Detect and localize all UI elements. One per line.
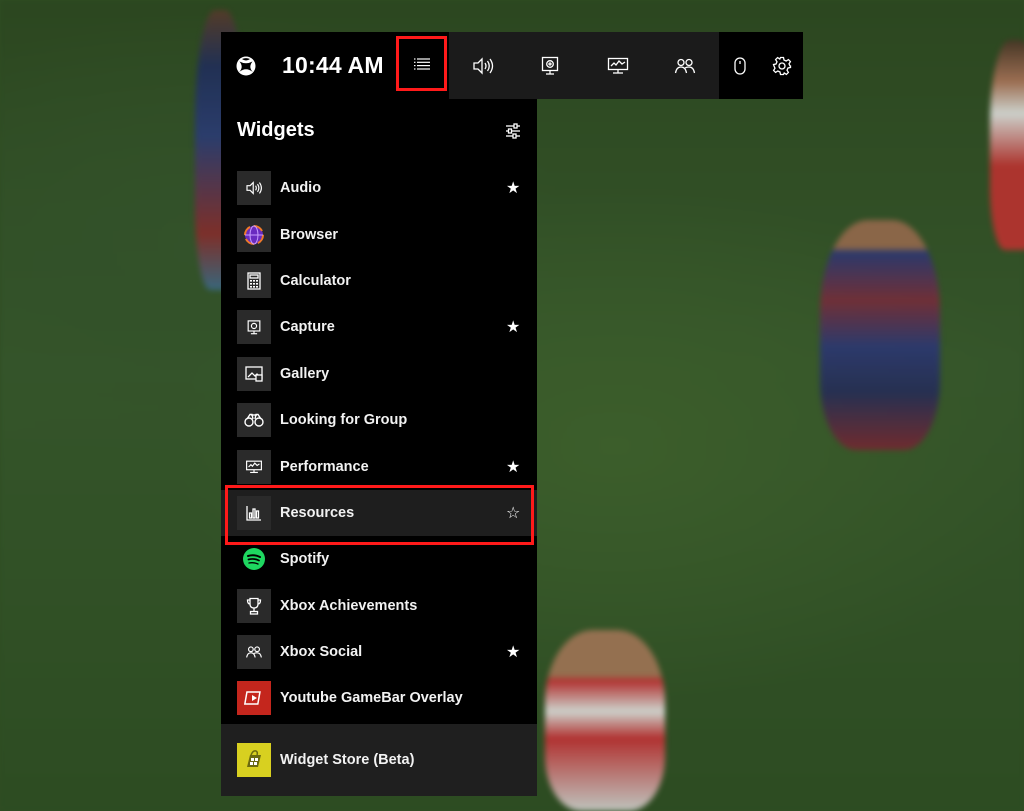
mouse-icon (734, 56, 746, 75)
widget-item-capture[interactable]: Capture ★ (221, 304, 537, 350)
favorite-star-outline-icon[interactable]: ☆ (506, 503, 520, 523)
widget-item-youtube-gamebar-overlay[interactable]: Youtube GameBar Overlay (221, 675, 537, 721)
widget-icon-box (237, 588, 271, 623)
spotify-icon (243, 548, 265, 571)
widget-icon-box (237, 449, 271, 484)
capture-icon (542, 56, 559, 75)
gear-icon (772, 56, 792, 75)
panel-title: Widgets (237, 119, 315, 141)
widget-store-label: Widget Store (Beta) (280, 752, 415, 768)
widget-icon-box (237, 356, 271, 391)
favorite-star-icon[interactable]: ★ (506, 317, 520, 337)
social-widget-button[interactable] (652, 32, 720, 99)
bar-chart-icon (246, 505, 261, 521)
performance-widget-button[interactable] (584, 32, 652, 99)
trophy-icon (246, 597, 262, 615)
widget-item-resources[interactable]: Resources ☆ (221, 489, 537, 537)
widget-label: Xbox Achievements (280, 597, 418, 614)
widget-icon-box (237, 635, 271, 670)
widget-icon-box (237, 495, 271, 530)
home-section: 10:44 AM (221, 32, 449, 99)
widgets-panel: Widgets Audio ★ Browser Calculator Captu… (221, 99, 537, 796)
widget-label: Youtube GameBar Overlay (280, 690, 463, 707)
favorite-star-icon[interactable]: ★ (506, 642, 520, 662)
widget-label: Performance (280, 458, 369, 475)
store-bag-icon (243, 749, 265, 771)
widget-item-gallery[interactable]: Gallery (221, 351, 537, 397)
widget-icon-box (237, 263, 271, 298)
widget-item-performance[interactable]: Performance ★ (221, 443, 537, 489)
widget-item-xbox-social[interactable]: Xbox Social ★ (221, 629, 537, 675)
topbar-right (719, 32, 803, 99)
widget-icon-box (237, 217, 271, 252)
widget-label: Xbox Social (280, 644, 363, 661)
widget-label: Calculator (280, 272, 351, 289)
widget-list: Audio ★ Browser Calculator Capture ★ Gal… (221, 165, 537, 722)
browser-icon (244, 224, 264, 245)
background-player (820, 220, 940, 450)
performance-icon (246, 460, 262, 473)
widget-item-audio[interactable]: Audio ★ (221, 165, 537, 211)
speaker-icon (246, 181, 262, 196)
widget-label: Browser (280, 226, 339, 243)
calculator-icon (247, 272, 261, 290)
list-icon (413, 57, 430, 70)
widget-icon-box (237, 171, 271, 206)
game-bar-topbar: 10:44 AM (221, 32, 803, 99)
widget-item-looking-for-group[interactable]: Looking for Group (221, 397, 537, 443)
widget-label: Resources (280, 504, 355, 521)
speaker-icon (473, 56, 493, 75)
widget-label: Looking for Group (280, 412, 408, 429)
widget-store-button[interactable]: Widget Store (Beta) (221, 724, 537, 796)
performance-icon (607, 57, 628, 74)
favorite-star-icon[interactable]: ★ (506, 178, 520, 198)
widget-item-xbox-achievements[interactable]: Xbox Achievements (221, 583, 537, 629)
youtube-overlay-icon (243, 688, 264, 709)
widget-item-calculator[interactable]: Calculator (221, 258, 537, 304)
mouse-button[interactable] (719, 32, 761, 99)
xbox-logo-icon[interactable] (236, 56, 256, 76)
background-player (990, 40, 1024, 250)
widget-label: Capture (280, 319, 335, 336)
binoculars-icon (244, 413, 264, 427)
panel-header: Widgets (221, 99, 537, 165)
widget-store-icon-box (237, 743, 271, 777)
background-player (545, 630, 665, 811)
widget-icon-box (237, 403, 271, 438)
capture-widget-button[interactable] (517, 32, 585, 99)
widget-menu-button[interactable] (396, 36, 447, 91)
widget-label: Audio (280, 180, 322, 197)
widget-label: Spotify (280, 551, 330, 568)
widget-icon-box (237, 542, 271, 576)
gallery-icon (245, 366, 263, 382)
clock: 10:44 AM (282, 52, 384, 78)
widget-item-spotify[interactable]: Spotify (221, 536, 537, 582)
widget-icon-box (237, 681, 271, 716)
widget-item-browser[interactable]: Browser (221, 211, 537, 257)
favorite-star-icon[interactable]: ★ (506, 457, 520, 477)
social-icon (675, 58, 696, 73)
widget-label: Gallery (280, 365, 330, 382)
settings-button[interactable] (761, 32, 803, 99)
audio-widget-button[interactable] (449, 32, 517, 99)
filter-settings-icon[interactable] (505, 123, 521, 139)
widget-icon-box (237, 310, 271, 345)
pinned-widgets (449, 32, 719, 99)
capture-icon (247, 320, 261, 335)
social-icon (246, 646, 262, 658)
